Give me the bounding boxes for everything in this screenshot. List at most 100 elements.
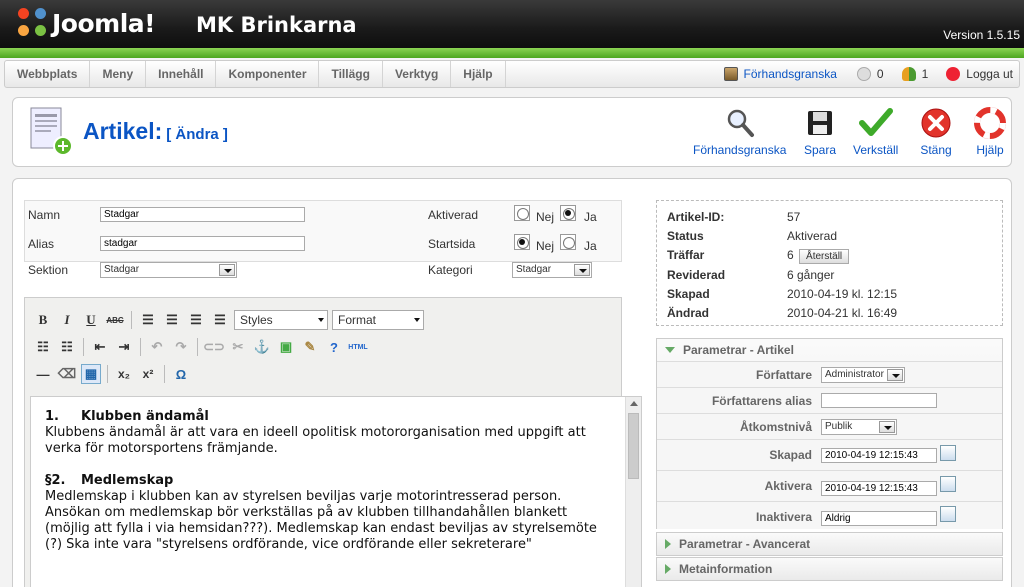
logout-link[interactable]: Logga ut — [966, 67, 1013, 81]
preview-site-link[interactable]: Förhandsgranska — [744, 67, 837, 81]
heading-1-text: Klubben ändamål — [81, 409, 209, 424]
access-label: Åtkomstnivå — [739, 420, 812, 434]
help-icon[interactable]: ? — [324, 337, 344, 357]
table-icon[interactable]: ▦ — [81, 364, 101, 384]
collapsed-arrow-icon — [665, 539, 671, 549]
unlink-icon[interactable]: ✂ — [228, 337, 248, 357]
menu-item-components[interactable]: Komponenter — [216, 61, 320, 87]
messages-icon[interactable] — [856, 67, 871, 81]
underline-icon[interactable]: U — [81, 310, 101, 330]
align-justify-icon[interactable]: ☰ — [210, 310, 230, 330]
menu-item-tools[interactable]: Verktyg — [383, 61, 452, 87]
toolbar-separator — [164, 365, 165, 383]
redo-icon[interactable]: ↷ — [171, 337, 191, 357]
calendar-icon[interactable] — [940, 445, 956, 461]
preview-button[interactable]: Förhandsgranska — [693, 106, 786, 157]
outdent-icon[interactable]: ⇤ — [90, 337, 110, 357]
published-no-radio[interactable] — [514, 205, 530, 221]
content-heading-2: §2. Medlemskap — [45, 473, 627, 489]
toolbar-separator — [140, 338, 141, 356]
alias-input[interactable] — [100, 236, 305, 251]
help-button[interactable]: Hjälp — [973, 106, 1007, 157]
subscript-icon[interactable]: x₂ — [114, 364, 134, 384]
bold-icon[interactable]: B — [33, 310, 53, 330]
metadata-header[interactable]: Metainformation — [657, 558, 1002, 580]
eraser-icon[interactable]: ⌫ — [57, 364, 77, 384]
logout-icon[interactable] — [946, 67, 961, 81]
wysiwyg-editor: B I U ABC ☰ ☰ ☰ ☰ Styles Format ☷ ☷ ⇤ ⇥ … — [24, 297, 642, 587]
messages-count[interactable]: 0 — [877, 67, 884, 81]
created-date-input[interactable] — [821, 448, 937, 463]
publish-up-input[interactable] — [821, 481, 937, 496]
revised-value: 6 gånger — [787, 268, 835, 282]
special-character-icon[interactable]: Ω — [171, 364, 191, 384]
info-row-status: Status Aktiverad — [667, 229, 837, 243]
menu-item-site[interactable]: Webbplats — [5, 61, 91, 87]
save-button[interactable]: Spara — [803, 106, 837, 157]
calendar-icon[interactable] — [940, 506, 956, 522]
page-toolbar: Artikel:[ Ändra ] Förhandsgranska Spara … — [12, 97, 1012, 167]
chevron-down-icon — [879, 421, 895, 433]
help-button-label: Hjälp — [976, 143, 1004, 157]
params-article-panel: Parametrar - Artikel Författare Administ… — [656, 338, 1003, 529]
author-alias-input[interactable] — [821, 393, 937, 408]
params-article-title: Parametrar - Artikel — [683, 343, 794, 357]
format-dropdown[interactable]: Format — [332, 310, 424, 330]
frontpage-no-radio[interactable] — [514, 234, 530, 250]
params-advanced-header[interactable]: Parametrar - Avancerat — [657, 533, 1002, 555]
close-button[interactable]: Stäng — [919, 106, 953, 157]
access-select[interactable]: Publik — [821, 419, 897, 435]
link-icon[interactable]: ⊂⊃ — [203, 337, 225, 357]
styles-dropdown-label: Styles — [240, 313, 273, 327]
horizontal-rule-icon[interactable]: — — [33, 364, 53, 384]
article-info-box: Artikel-ID: 57 Status Aktiverad Träffar 6 Å… — [656, 200, 1003, 326]
preview-site-icon[interactable] — [723, 67, 738, 81]
lifebuoy-icon — [973, 106, 1007, 140]
html-source-icon[interactable]: HTML — [348, 337, 368, 357]
frontpage-yes-radio[interactable] — [560, 234, 576, 250]
apply-button[interactable]: Verkställ — [853, 106, 898, 157]
scroll-up-icon[interactable] — [630, 401, 638, 406]
bullet-list-icon[interactable]: ☷ — [33, 337, 53, 357]
calendar-icon[interactable] — [940, 476, 956, 492]
menu-item-menus[interactable]: Meny — [90, 61, 147, 87]
align-center-icon[interactable]: ☰ — [162, 310, 182, 330]
published-yes-radio[interactable] — [560, 205, 576, 221]
article-details-fieldset: Namn Alias Sektion Stadgar Aktiverad Nej… — [24, 200, 622, 278]
editor-content[interactable]: 1. Klubben ändamål Klubbens ändamål är at… — [30, 396, 642, 587]
reset-hits-button[interactable]: Återställ — [799, 249, 850, 264]
alias-label: Alias — [28, 237, 55, 251]
editor-scrollbar[interactable] — [625, 397, 641, 587]
chevron-down-icon — [887, 369, 903, 381]
strikethrough-icon[interactable]: ABC — [105, 310, 125, 330]
menu-item-content[interactable]: Innehåll — [146, 61, 217, 87]
name-input[interactable] — [100, 207, 305, 222]
menu-item-help[interactable]: Hjälp — [451, 61, 506, 87]
toolbar-separator — [107, 365, 108, 383]
created-value: 2010-04-19 kl. 12:15 — [787, 287, 898, 301]
publish-down-input[interactable] — [821, 511, 937, 526]
numbered-list-icon[interactable]: ☷ — [57, 337, 77, 357]
superscript-icon[interactable]: x² — [138, 364, 158, 384]
id-label: Artikel-ID: — [667, 210, 725, 224]
author-select[interactable]: Administrator — [821, 367, 905, 383]
italic-icon[interactable]: I — [57, 310, 77, 330]
section-label: Sektion — [28, 263, 69, 277]
align-right-icon[interactable]: ☰ — [186, 310, 206, 330]
align-left-icon[interactable]: ☰ — [138, 310, 158, 330]
image-icon[interactable]: ▣ — [276, 337, 296, 357]
author-alias-label: Författarens alias — [711, 394, 812, 408]
anchor-icon[interactable]: ⚓ — [252, 337, 272, 357]
scroll-thumb[interactable] — [628, 413, 639, 479]
section-select[interactable]: Stadgar — [100, 262, 237, 278]
styles-dropdown[interactable]: Styles — [234, 310, 328, 330]
params-article-header[interactable]: Parametrar - Artikel — [657, 339, 1002, 361]
cleanup-icon[interactable]: ✎ — [300, 337, 320, 357]
category-select[interactable]: Stadgar — [512, 262, 592, 278]
indent-icon[interactable]: ⇥ — [114, 337, 134, 357]
menu-item-extensions[interactable]: Tillägg — [319, 61, 383, 87]
header-green-bar — [0, 48, 1024, 58]
undo-icon[interactable]: ↶ — [147, 337, 167, 357]
frontpage-label: Startsida — [428, 237, 476, 251]
editor-toolbar-row-3: — ⌫ ▦ x₂ x² Ω — [33, 364, 191, 384]
